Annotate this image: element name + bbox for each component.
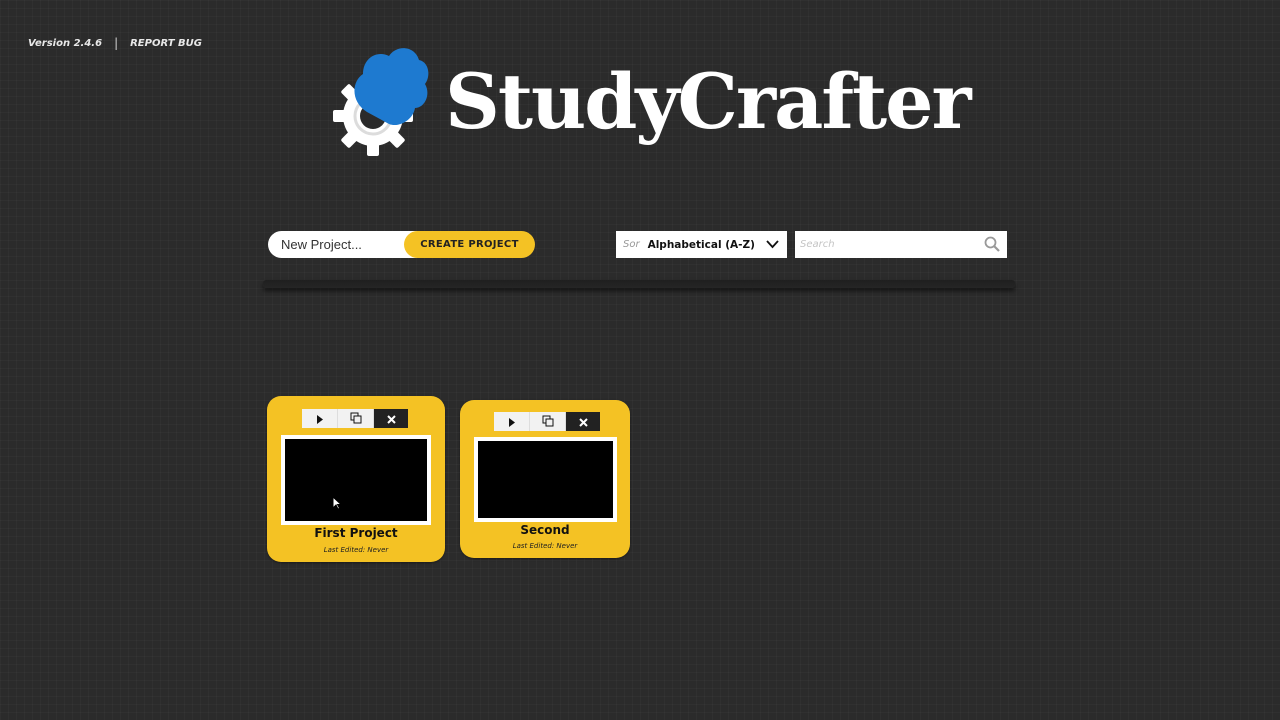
search-input[interactable] xyxy=(795,231,975,258)
divider xyxy=(263,280,1015,288)
project-card[interactable]: First Project Last Edited: Never xyxy=(267,396,445,562)
studycrafter-logo: StudyCrafter xyxy=(333,46,972,158)
mouse-cursor-icon xyxy=(332,495,343,514)
duplicate-button[interactable] xyxy=(530,412,566,431)
sort-selected-value: Alphabetical (A-Z) xyxy=(647,238,755,251)
sort-prefix-label: Sor xyxy=(623,239,640,250)
project-card-toolbar xyxy=(494,412,600,431)
project-title: Second xyxy=(520,523,570,537)
close-icon xyxy=(386,409,396,428)
project-card-toolbar xyxy=(302,409,408,428)
play-icon xyxy=(316,409,324,428)
separator: | xyxy=(114,36,119,50)
create-project-bar: CREATE PROJECT xyxy=(268,231,535,258)
close-icon xyxy=(578,412,588,431)
project-last-edited: Last Edited: Never xyxy=(323,546,389,554)
create-project-button[interactable]: CREATE PROJECT xyxy=(404,231,535,258)
project-title: First Project xyxy=(314,526,398,540)
app-wordmark: StudyCrafter xyxy=(445,57,972,146)
project-preview[interactable] xyxy=(474,437,617,522)
top-bar: Version 2.4.6 | REPORT BUG xyxy=(28,36,202,50)
delete-button[interactable] xyxy=(374,409,408,428)
duplicate-icon xyxy=(542,412,554,431)
play-button[interactable] xyxy=(494,412,530,431)
gear-icon xyxy=(333,46,433,158)
duplicate-icon xyxy=(350,409,362,428)
version-label: Version 2.4.6 xyxy=(28,37,103,49)
report-bug-link[interactable]: REPORT BUG xyxy=(130,38,202,49)
project-last-edited: Last Edited: Never xyxy=(512,542,578,550)
project-card[interactable]: Second Last Edited: Never xyxy=(460,400,630,558)
project-preview[interactable] xyxy=(281,435,431,525)
search-box xyxy=(795,231,1007,258)
play-icon xyxy=(508,412,516,431)
play-button[interactable] xyxy=(302,409,338,428)
search-icon[interactable] xyxy=(984,236,1000,256)
chevron-down-icon xyxy=(766,239,779,252)
duplicate-button[interactable] xyxy=(338,409,374,428)
delete-button[interactable] xyxy=(566,412,600,431)
sort-dropdown[interactable]: Sor Alphabetical (A-Z) xyxy=(616,231,787,258)
